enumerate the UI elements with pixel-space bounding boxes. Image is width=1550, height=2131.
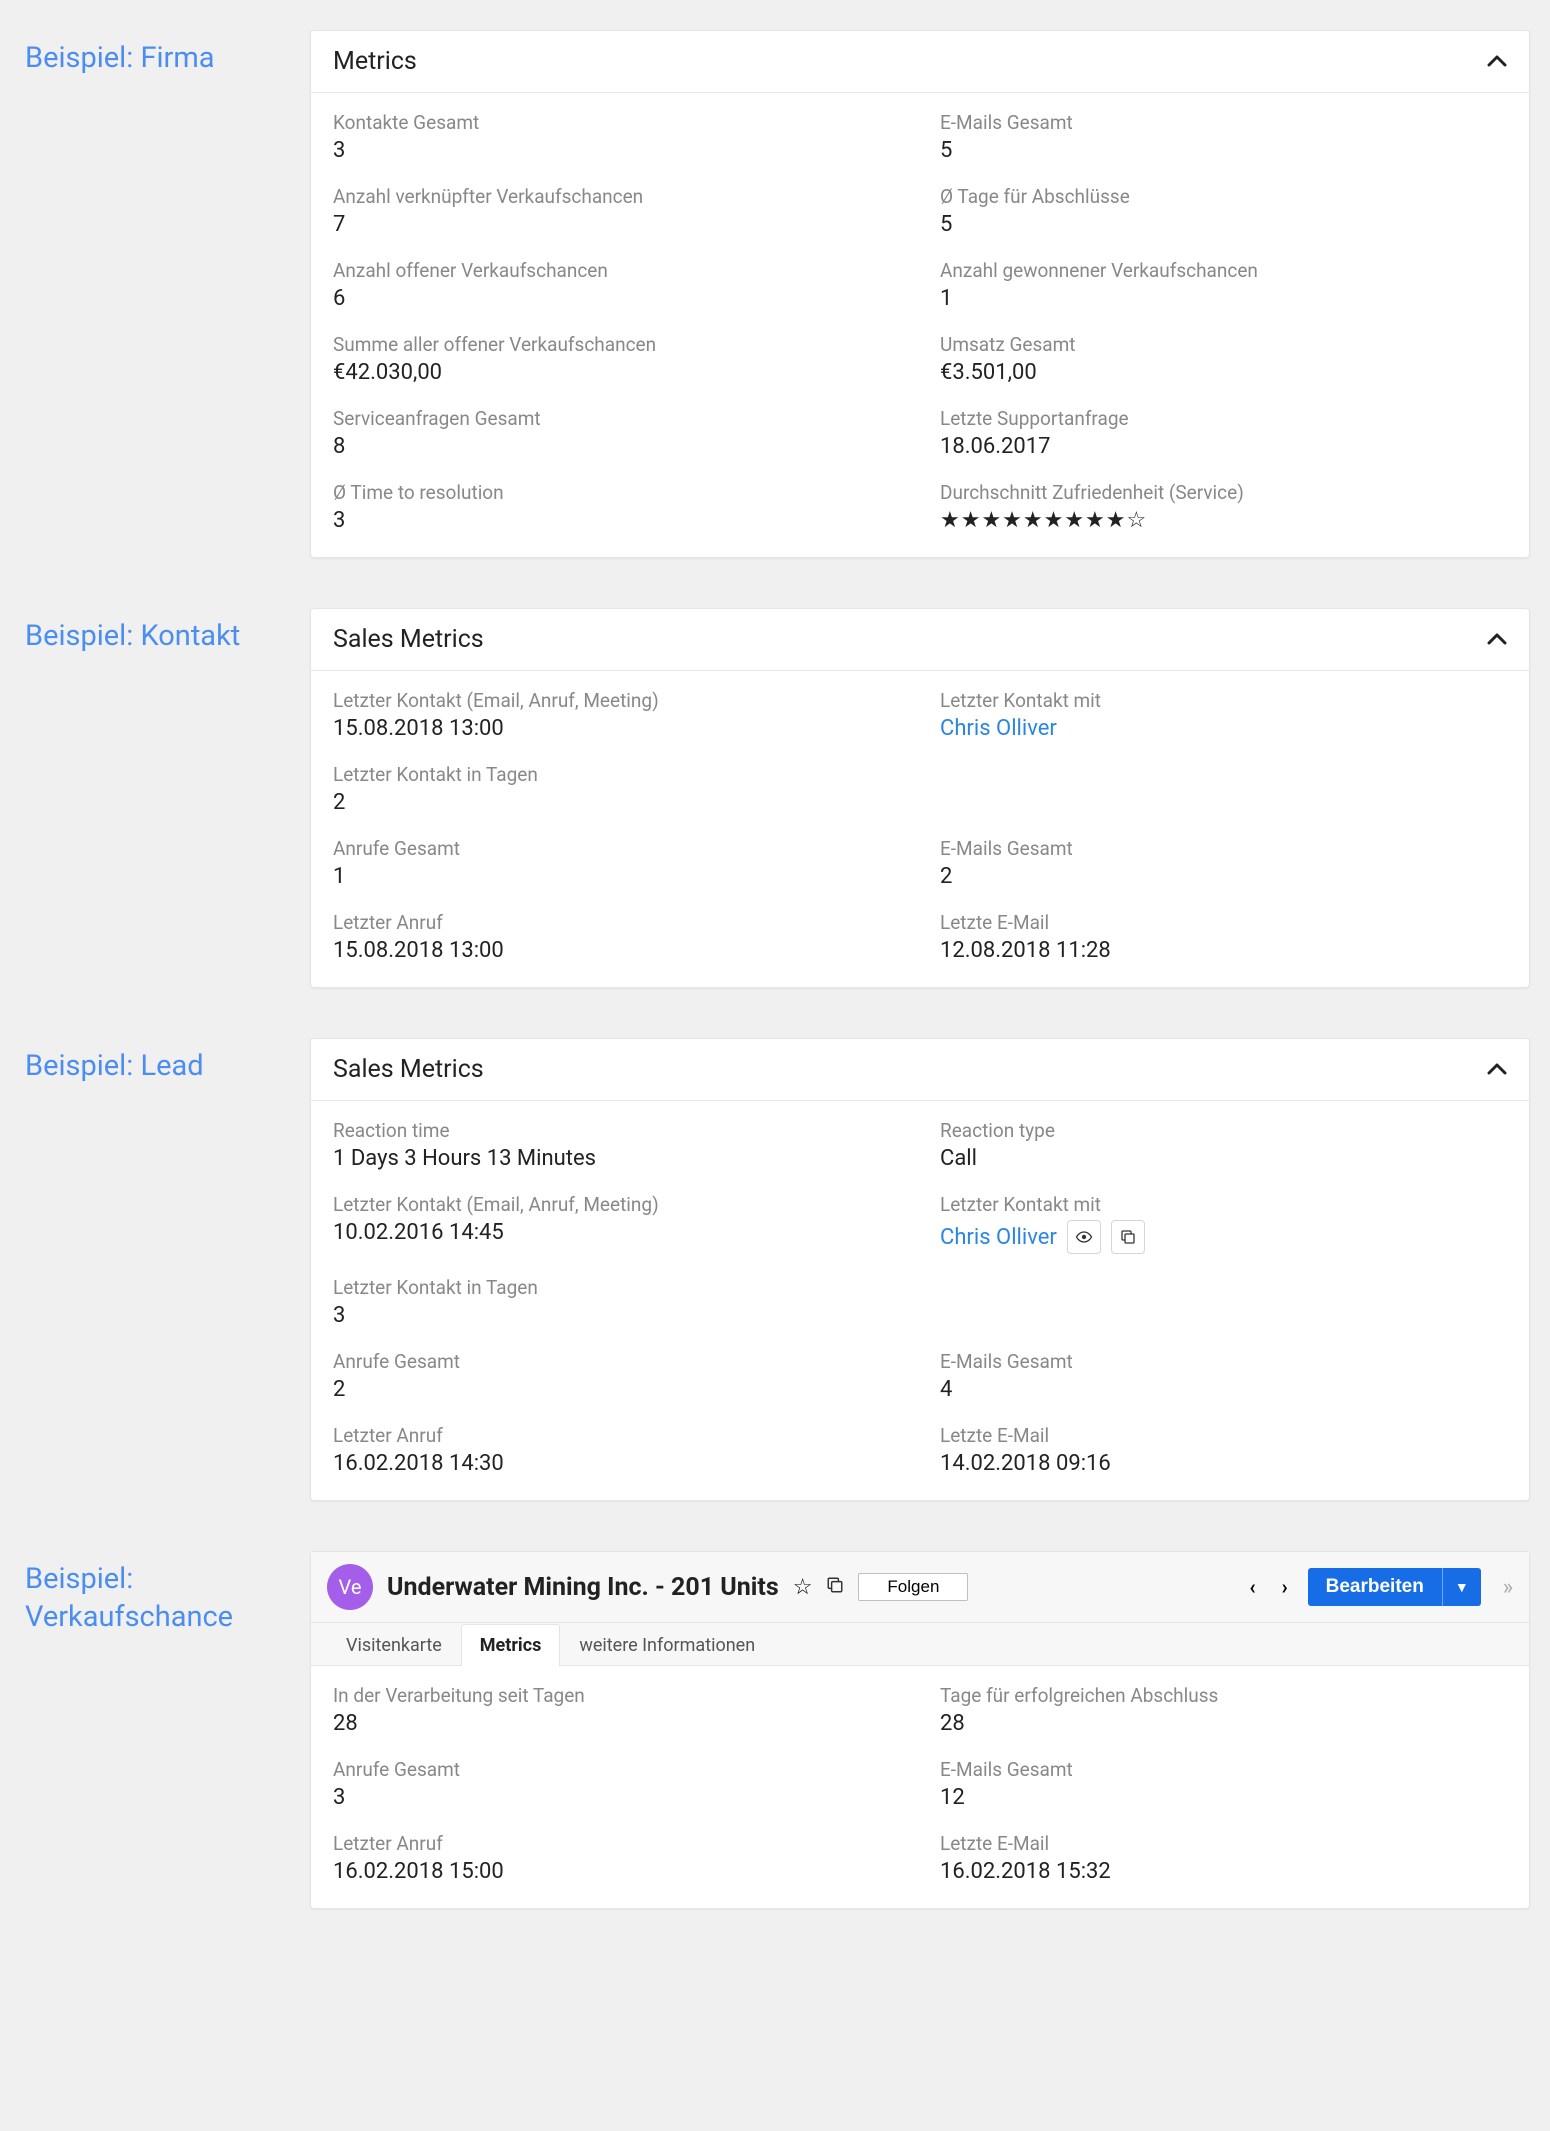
metric-kontakte-gesamt: Kontakte Gesamt 3 (333, 111, 900, 163)
metric-anrufe-gesamt: Anrufe Gesamt 1 (333, 837, 900, 889)
edit-dropdown-icon[interactable]: ▼ (1442, 1568, 1481, 1606)
metric-letzter-kontakt: Letzter Kontakt (Email, Anruf, Meeting) … (333, 1193, 900, 1254)
next-record-icon[interactable]: › (1276, 1571, 1294, 1603)
panel-verkaufschance: Ve Underwater Mining Inc. - 201 Units ☆ … (310, 1551, 1530, 1909)
panel-title: Sales Metrics (333, 1055, 484, 1084)
eye-icon[interactable] (1067, 1220, 1101, 1254)
tabs: Visitenkarte Metrics weitere Information… (311, 1623, 1529, 1666)
metric-serviceanfragen: Serviceanfragen Gesamt 8 (333, 407, 900, 459)
follow-button[interactable]: Folgen (858, 1573, 968, 1601)
panel-firma: Metrics Kontakte Gesamt 3 E-Mails Gesamt… (310, 30, 1530, 558)
copy-icon[interactable] (826, 1575, 844, 1599)
metric-reaction-time: Reaction time 1 Days 3 Hours 13 Minutes (333, 1119, 900, 1171)
expand-sidebar-icon[interactable]: » (1503, 1575, 1513, 1600)
panel-header-kontakt[interactable]: Sales Metrics (311, 609, 1529, 671)
metric-letzter-kontakt: Letzter Kontakt (Email, Anruf, Meeting) … (333, 689, 900, 741)
metric-tage-abschluss: Tage für erfolgreichen Abschluss 28 (940, 1684, 1507, 1736)
metric-anzahl-offener: Anzahl offener Verkaufschancen 6 (333, 259, 900, 311)
panel-body: Kontakte Gesamt 3 E-Mails Gesamt 5 Anzah… (311, 93, 1529, 557)
metric-anzahl-verknuepfter: Anzahl verknüpfter Verkaufschancen 7 (333, 185, 900, 237)
panel-title: Sales Metrics (333, 625, 484, 654)
metric-letzter-anruf: Letzter Anruf 15.08.2018 13:00 (333, 911, 900, 963)
metric-in-verarbeitung: In der Verarbeitung seit Tagen 28 (333, 1684, 900, 1736)
panel-lead: Sales Metrics Reaction time 1 Days 3 Hou… (310, 1038, 1530, 1501)
metric-letzter-kontakt-mit: Letzter Kontakt mit Chris Olliver (940, 689, 1507, 741)
edit-button[interactable]: Bearbeiten (1308, 1568, 1442, 1606)
metric-letzte-email: Letzte E-Mail 16.02.2018 15:32 (940, 1832, 1507, 1884)
opportunity-header: Ve Underwater Mining Inc. - 201 Units ☆ … (311, 1552, 1529, 1623)
section-lead: Beispiel: Lead Sales Metrics Reaction ti… (20, 1038, 1530, 1501)
section-verkaufschance: Beispiel: Verkaufschance Ve Underwater M… (20, 1551, 1530, 1909)
contact-link[interactable]: Chris Olliver (940, 1225, 1057, 1250)
star-rating: ★★★★★★★★★☆ (940, 508, 1507, 533)
chevron-up-icon[interactable] (1487, 1057, 1507, 1082)
metric-emails-gesamt: E-Mails Gesamt 4 (940, 1350, 1507, 1402)
opportunity-title: Underwater Mining Inc. - 201 Units (387, 1573, 779, 1602)
panel-kontakt: Sales Metrics Letzter Kontakt (Email, An… (310, 608, 1530, 988)
metric-letzter-kontakt-tagen: Letzter Kontakt in Tagen 2 (333, 763, 1507, 815)
metric-summe-offener: Summe aller offener Verkaufschancen €42.… (333, 333, 900, 385)
metric-avg-time-resolution: Ø Time to resolution 3 (333, 481, 900, 533)
contact-link[interactable]: Chris Olliver (940, 716, 1507, 741)
panel-header-firma[interactable]: Metrics (311, 31, 1529, 93)
tab-metrics[interactable]: Metrics (461, 1624, 561, 1666)
section-label-firma: Beispiel: Firma (20, 30, 310, 78)
prev-record-icon[interactable]: ‹ (1243, 1571, 1261, 1603)
copy-icon[interactable] (1111, 1220, 1145, 1254)
metric-anrufe-gesamt: Anrufe Gesamt 2 (333, 1350, 900, 1402)
metric-letzter-anruf: Letzter Anruf 16.02.2018 15:00 (333, 1832, 900, 1884)
panel-body: In der Verarbeitung seit Tagen 28 Tage f… (311, 1666, 1529, 1908)
metric-avg-tage-abschluesse: Ø Tage für Abschlüsse 5 (940, 185, 1507, 237)
metric-letzter-kontakt-mit: Letzter Kontakt mit Chris Olliver (940, 1193, 1507, 1254)
metric-umsatz-gesamt: Umsatz Gesamt €3.501,00 (940, 333, 1507, 385)
metric-durchschnitt-zufriedenheit: Durchschnitt Zufriedenheit (Service) ★★★… (940, 481, 1507, 533)
metric-emails-gesamt: E-Mails Gesamt 2 (940, 837, 1507, 889)
panel-body: Reaction time 1 Days 3 Hours 13 Minutes … (311, 1101, 1529, 1500)
panel-body: Letzter Kontakt (Email, Anruf, Meeting) … (311, 671, 1529, 987)
metric-emails-gesamt: E-Mails Gesamt 5 (940, 111, 1507, 163)
metric-letzter-anruf: Letzter Anruf 16.02.2018 14:30 (333, 1424, 900, 1476)
chevron-up-icon[interactable] (1487, 627, 1507, 652)
metric-anrufe-gesamt: Anrufe Gesamt 3 (333, 1758, 900, 1810)
metric-emails-gesamt: E-Mails Gesamt 12 (940, 1758, 1507, 1810)
metric-reaction-type: Reaction type Call (940, 1119, 1507, 1171)
panel-header-lead[interactable]: Sales Metrics (311, 1039, 1529, 1101)
metric-letzter-kontakt-tagen: Letzter Kontakt in Tagen 3 (333, 1276, 1507, 1328)
section-kontakt: Beispiel: Kontakt Sales Metrics Letzter … (20, 608, 1530, 988)
metric-letzte-supportanfrage: Letzte Supportanfrage 18.06.2017 (940, 407, 1507, 459)
avatar: Ve (327, 1564, 373, 1610)
section-label-kontakt: Beispiel: Kontakt (20, 608, 310, 656)
metric-anzahl-gewonnener: Anzahl gewonnener Verkaufschancen 1 (940, 259, 1507, 311)
tab-visitenkarte[interactable]: Visitenkarte (327, 1624, 461, 1666)
section-label-lead: Beispiel: Lead (20, 1038, 310, 1086)
tab-weitere-informationen[interactable]: weitere Informationen (560, 1624, 774, 1666)
favorite-star-icon[interactable]: ☆ (793, 1575, 813, 1600)
metric-letzte-email: Letzte E-Mail 14.02.2018 09:16 (940, 1424, 1507, 1476)
panel-title: Metrics (333, 47, 417, 76)
chevron-up-icon[interactable] (1487, 49, 1507, 74)
section-firma: Beispiel: Firma Metrics Kontakte Gesamt … (20, 30, 1530, 558)
metric-letzte-email: Letzte E-Mail 12.08.2018 11:28 (940, 911, 1507, 963)
section-label-verkaufschance: Beispiel: Verkaufschance (20, 1551, 310, 1636)
